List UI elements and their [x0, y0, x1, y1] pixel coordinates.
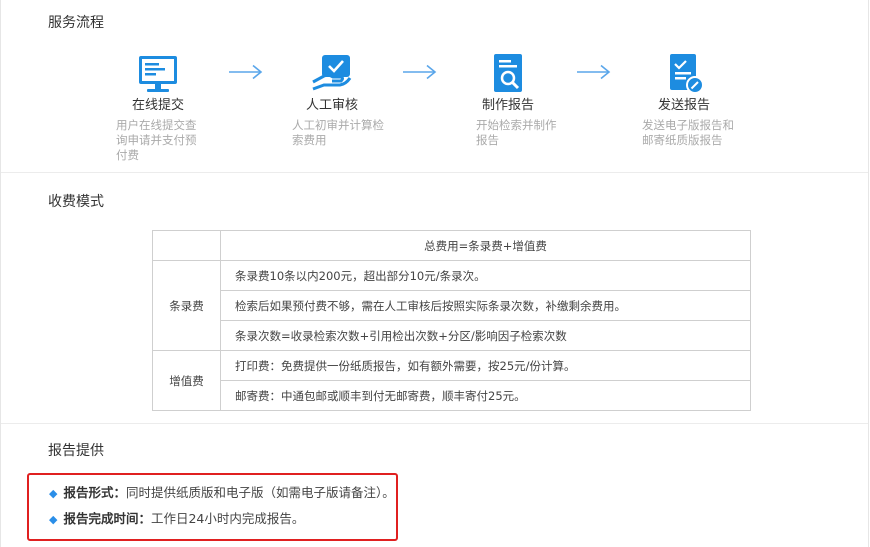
- table-row: 打印费：免费提供一份纸质报告，如有额外需要，按25元/份计算。: [220, 350, 751, 381]
- report-item-label: 报告完成时间：: [63, 511, 151, 526]
- table-category-cell: 增值费: [152, 350, 221, 411]
- section-divider: [1, 423, 868, 424]
- step-name: 在线提交: [131, 98, 184, 113]
- table-corner-cell: [152, 230, 221, 261]
- monitor-icon: [139, 56, 177, 92]
- step-send-report: 发送报告 发送电子版报告和邮寄纸质版报告: [614, 52, 754, 148]
- table-row: 邮寄费：中通包邮或顺丰到付无邮寄费，顺丰寄付25元。: [220, 380, 751, 411]
- arrow-right-icon: [403, 64, 437, 80]
- left-border: [0, 0, 1, 547]
- step-make-report: 制作报告 开始检索并制作报告: [438, 52, 578, 148]
- table-row: 检索后如果预付费不够，需在人工审核后按照实际条录次数，补缴剩余费用。: [220, 290, 751, 321]
- report-item-label: 报告形式：: [63, 485, 126, 500]
- section-title-fee: 收费模式: [48, 194, 104, 210]
- report-time-line: ◆ 报告完成时间：工作日24小时内完成报告。: [49, 508, 304, 527]
- table-category-cell: 条录费: [152, 260, 221, 351]
- report-item-text: 同时提供纸质版和电子版（如需电子版请备注）。: [125, 485, 395, 500]
- table-row: 条录次数=收录检索次数+引用检出次数+分区/影响因子检索次数: [220, 320, 751, 351]
- step-online-submit: 在线提交 用户在线提交查询申请并支付预付费: [88, 52, 228, 163]
- table-row: 条录费10条以内200元，超出部分10元/条录次。: [220, 260, 751, 291]
- arrow-right-icon: [229, 64, 263, 80]
- arrow-right-icon: [577, 64, 611, 80]
- section-title-report: 报告提供: [48, 443, 104, 459]
- step-desc: 人工初审并计算检索费用: [292, 118, 384, 147]
- report-item-text: 工作日24小时内完成报告。: [150, 511, 305, 526]
- diamond-bullet-icon: ◆: [49, 487, 58, 500]
- document-search-icon: [494, 54, 522, 92]
- fee-table: 总费用=条录费+增值费 条录费 条录费10条以内200元，超出部分10元/条录次…: [152, 230, 751, 411]
- step-name: 人工审核: [305, 98, 358, 113]
- report-highlight-box: ◆ 报告形式：同时提供纸质版和电子版（如需电子版请备注）。 ◆ 报告完成时间：工作日…: [27, 473, 398, 541]
- section-divider: [1, 172, 868, 173]
- document-send-icon: [670, 54, 704, 94]
- right-border: [868, 0, 869, 547]
- step-desc: 发送电子版报告和邮寄纸质版报告: [642, 118, 734, 147]
- step-manual-review: 人工审核 人工初审并计算检索费用: [262, 52, 402, 148]
- report-form-line: ◆ 报告形式：同时提供纸质版和电子版（如需电子版请备注）。: [49, 482, 395, 501]
- step-desc: 开始检索并制作报告: [476, 118, 557, 147]
- hand-check-icon: [312, 55, 352, 91]
- step-desc: 用户在线提交查询申请并支付预付费: [116, 118, 197, 162]
- step-name: 制作报告: [481, 98, 534, 113]
- step-name: 发送报告: [657, 98, 710, 113]
- section-title-process: 服务流程: [48, 15, 104, 31]
- table-header: 总费用=条录费+增值费: [220, 230, 751, 261]
- diamond-bullet-icon: ◆: [49, 513, 58, 526]
